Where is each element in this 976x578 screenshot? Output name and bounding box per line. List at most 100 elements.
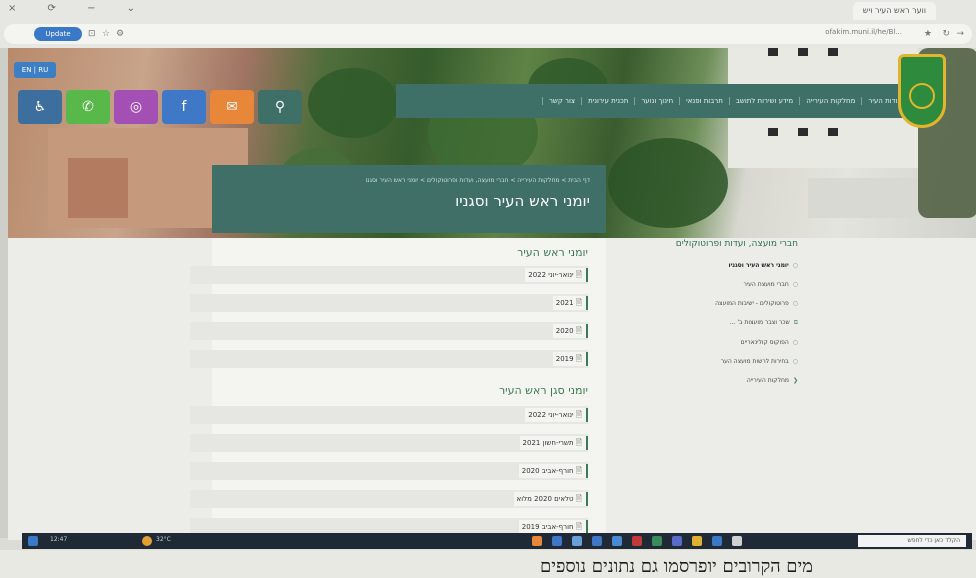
app-icon[interactable] — [632, 536, 642, 546]
file-link[interactable]: 🗎תשרי-חשון 2021 — [519, 436, 588, 450]
main-nav: אודות העיר מחלקות העירייה מידע ושירות לת… — [396, 84, 916, 118]
file-link[interactable]: 🗎ינואר-יוני 2022 — [525, 408, 588, 422]
app-icon[interactable] — [592, 536, 602, 546]
list-item[interactable]: 🗎תשרי-חשון 2021 — [190, 434, 588, 452]
whatsapp-button[interactable]: ✆ — [66, 90, 110, 124]
windows-taskbar: 12:47 32°C הקלד כאן כדי לחפש — [22, 533, 972, 549]
window-controls[interactable]: × ⟳ − ⌄ — [8, 3, 149, 14]
city-logo[interactable] — [898, 54, 946, 128]
sidebar-item-protocols[interactable]: ○פרוטוקולים - ישיבות המועצה — [648, 300, 798, 307]
search-icon: ⚲ — [274, 99, 286, 115]
caption-text: מים הקרובים יופרסמו גם נתונים נוספים — [540, 556, 813, 577]
app-icon[interactable] — [612, 536, 622, 546]
document-icon: 🗎 — [575, 410, 582, 419]
accessibility-icon: ♿ — [33, 99, 47, 115]
browser-tab-bar: × ⟳ − ⌄ ווער ראש העיר ויש — [0, 0, 976, 22]
app-icon[interactable] — [532, 536, 542, 546]
document-icon: 🗎 — [575, 494, 582, 503]
logo-emblem — [909, 83, 935, 109]
star-icon[interactable]: ★ — [924, 29, 932, 39]
nav-item-contact[interactable]: צור קשר — [541, 97, 581, 105]
file-link[interactable]: 🗎טלאים 2020 מלוא — [513, 492, 588, 506]
instagram-button[interactable]: ◎ — [114, 90, 158, 124]
document-icon: 🗎 — [575, 326, 582, 335]
sidebar-item-departments[interactable]: ❮מחלקות העירייה — [648, 377, 798, 384]
browser-tab[interactable]: ווער ראש העיר ויש — [852, 2, 936, 20]
app-icon[interactable] — [672, 536, 682, 546]
nav-item-culture[interactable]: תרבות ופנאי — [679, 97, 729, 105]
sidebar-item-council-members[interactable]: ○חברי מועצת העיר — [648, 281, 798, 288]
explorer-icon[interactable] — [572, 536, 582, 546]
sidebar-title: חברי מועצה, ועדות ופרוטוקולים — [675, 239, 798, 249]
document-icon: 🗎 — [575, 354, 582, 363]
accessibility-button[interactable]: ♿ — [18, 90, 62, 124]
whatsapp-icon: ✆ — [82, 99, 94, 115]
list-item[interactable]: 🗎טלאים 2020 מלוא — [190, 490, 588, 508]
app-icon[interactable] — [692, 536, 702, 546]
document-icon: 🗎 — [575, 522, 582, 531]
email-icon: ✉ — [226, 99, 238, 115]
weather-icon[interactable] — [142, 536, 152, 546]
file-link[interactable]: 🗎חורף-אביב 2020 — [518, 464, 588, 478]
sidebar-item-external[interactable]: ⧉שכר וצבר מועצות ב' ... — [648, 319, 798, 327]
bullet-icon: ○ — [792, 281, 798, 288]
app-icon[interactable] — [732, 536, 742, 546]
language-switch[interactable]: EN | RU — [14, 62, 56, 78]
document-icon: 🗎 — [575, 298, 582, 307]
edge-icon[interactable] — [552, 536, 562, 546]
nav-item-education[interactable]: חינוך ונוער — [634, 97, 679, 105]
nav-item-info[interactable]: מידע ושירות לתושב — [728, 97, 799, 105]
chevron-left-icon: ❮ — [792, 377, 798, 384]
breadcrumb[interactable]: דף הבית > מחלקות העירייה > חברי מועצה, ו… — [212, 177, 590, 184]
website: EN | RU ♿ ✆ ◎ f ✉ ⚲ אודות העיר מחלקות הע… — [8, 48, 976, 540]
list-item[interactable]: 🗎2019 — [190, 350, 588, 368]
page-header: דף הבית > מחלקות העירייה > חברי מועצה, ו… — [212, 165, 606, 233]
app-icon[interactable] — [652, 536, 662, 546]
file-link[interactable]: 🗎2021 — [552, 296, 588, 310]
bullet-icon: ○ — [792, 262, 798, 269]
main-content: יומני ראש העיר 🗎ינואר-יוני 2022 🗎2021 🗎2… — [190, 238, 606, 540]
sidebar-item-mayor-diaries[interactable]: ○יומני ראש העיר וסגניו — [648, 262, 798, 269]
sidebar-item-focus[interactable]: ○הפוקוס קולינאריים — [648, 339, 798, 346]
reload-icon[interactable]: ↻ — [942, 29, 950, 39]
section-title-deputy: יומני סגן ראש העיר — [498, 384, 588, 397]
bookmark-icon[interactable]: ☆ — [102, 29, 110, 39]
nav-item-departments[interactable]: מחלקות העירייה — [799, 97, 861, 105]
browser-chrome: × ⟳ − ⌄ ווער ראש העיר ויש Update ⊡ ☆ ⚙ o… — [0, 0, 976, 49]
address-bar[interactable]: Update ⊡ ☆ ⚙ ofakim.muni.il/he/Bl... ★ ↻… — [4, 24, 972, 44]
search-button[interactable]: ⚲ — [258, 90, 302, 124]
back-icon[interactable]: → — [956, 29, 964, 39]
list-item[interactable]: 🗎2020 — [190, 322, 588, 340]
bullet-icon: ○ — [792, 339, 798, 346]
list-item[interactable]: 🗎חורף-אביב 2020 — [190, 462, 588, 480]
bullet-icon: ○ — [792, 358, 798, 365]
email-button[interactable]: ✉ — [210, 90, 254, 124]
clock[interactable]: 12:47 — [50, 536, 67, 543]
file-link[interactable]: 🗎2019 — [552, 352, 588, 366]
list-item[interactable]: 🗎ינואר-יוני 2022 — [190, 266, 588, 284]
list-item[interactable]: 🗎2021 — [190, 294, 588, 312]
photo-edge — [0, 48, 8, 538]
file-link[interactable]: 🗎חורף-אביב 2019 — [518, 520, 588, 534]
facebook-button[interactable]: f — [162, 90, 206, 124]
page-title: יומני ראש העיר וסגניו — [455, 192, 590, 210]
profile-button[interactable]: Update — [34, 27, 82, 41]
document-icon: 🗎 — [575, 270, 582, 279]
windows-start-icon[interactable] — [28, 536, 38, 546]
app-icon[interactable] — [712, 536, 722, 546]
taskbar-search-input[interactable]: הקלד כאן כדי לחפש — [858, 535, 966, 547]
weather-temp[interactable]: 32°C — [156, 536, 171, 543]
document-icon: 🗎 — [575, 438, 582, 447]
document-icon: 🗎 — [575, 466, 582, 475]
extensions-icon[interactable]: ⊡ — [88, 29, 96, 39]
external-link-icon: ⧉ — [793, 319, 798, 326]
nav-item-planning[interactable]: תכנית עירונית — [581, 97, 634, 105]
instagram-icon: ◎ — [129, 99, 143, 115]
url-text[interactable]: ofakim.muni.il/he/Bl... — [825, 28, 902, 36]
sidebar-item-elections[interactable]: ○בחירות לרשות מועצה הער — [648, 358, 798, 365]
file-link[interactable]: 🗎2020 — [552, 324, 588, 338]
list-item[interactable]: 🗎ינואר-יוני 2022 — [190, 406, 588, 424]
settings-icon[interactable]: ⚙ — [116, 29, 124, 39]
file-link[interactable]: 🗎ינואר-יוני 2022 — [525, 268, 588, 282]
section-title-mayor: יומני ראש העיר — [517, 246, 588, 259]
